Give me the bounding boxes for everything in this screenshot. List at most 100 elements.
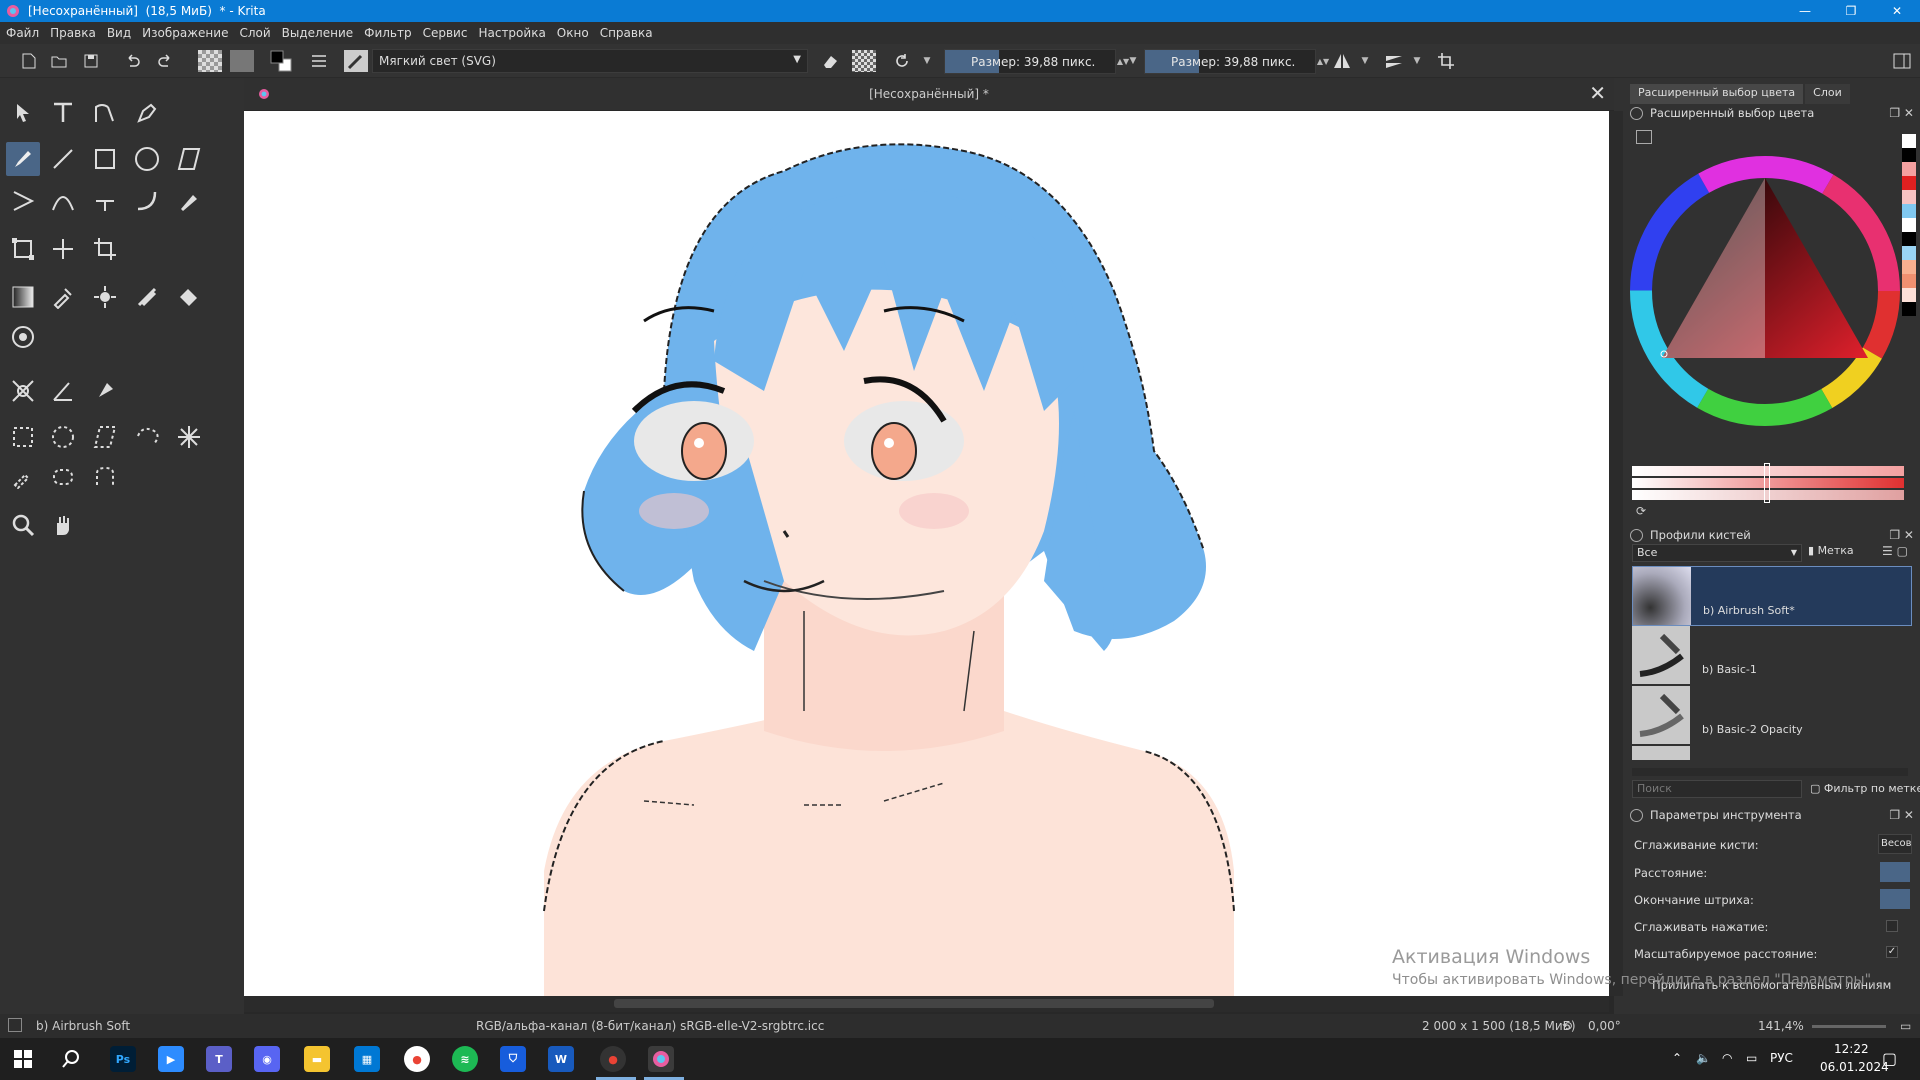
dock-toggle-icon[interactable] [1890, 50, 1914, 72]
minimize-button[interactable]: — [1782, 0, 1828, 22]
swatch[interactable] [1902, 246, 1916, 260]
menu-filter[interactable]: Фильтр [364, 26, 411, 40]
reference-pin-tool[interactable] [88, 374, 122, 408]
open-folder-icon[interactable] [48, 50, 70, 72]
tab-layers[interactable]: Слои [1805, 84, 1850, 104]
fullscreen-icon[interactable]: ▭ [1900, 1019, 1911, 1033]
alpha-lock-icon[interactable] [852, 50, 876, 72]
mirror-horizontal-icon[interactable] [1330, 50, 1354, 72]
swatch[interactable] [1902, 176, 1916, 190]
krita-taskbar-icon[interactable] [648, 1046, 674, 1072]
transform-tool[interactable] [6, 232, 40, 266]
menu-file[interactable]: Файл [6, 26, 39, 40]
assistant-patch-tool[interactable] [130, 280, 164, 314]
chrome-profile-icon[interactable]: ● [600, 1046, 626, 1072]
polygon-selection-tool[interactable] [88, 420, 122, 454]
notifications-icon[interactable]: ▢ [1882, 1049, 1897, 1068]
brush-tag-button[interactable]: ▮ Метка [1808, 544, 1854, 557]
chevron-down-icon[interactable]: ▼ [1358, 50, 1372, 72]
horizontal-scrollbar[interactable] [244, 996, 1609, 1012]
volume-icon[interactable]: 🔈 [1696, 1051, 1711, 1065]
freehand-path-tool[interactable] [88, 184, 122, 218]
menu-settings[interactable]: Настройка [478, 26, 545, 40]
color-sampler-tool[interactable] [46, 280, 80, 314]
move-tool[interactable] [46, 232, 80, 266]
tab-advanced-color[interactable]: Расширенный выбор цвета [1630, 84, 1804, 104]
select-shapes-tool[interactable] [6, 96, 40, 130]
fg-bg-color-icon[interactable] [268, 50, 294, 72]
close-window-button[interactable]: ✕ [1874, 0, 1920, 22]
filter-by-tag-checkbox[interactable]: ▢ Фильтр по метке [1810, 782, 1920, 795]
brush-item-airbrush-soft[interactable]: b) Airbrush Soft* [1632, 566, 1912, 626]
panel-float-close-icon[interactable]: ❐ ✕ [1889, 106, 1914, 120]
color-history[interactable] [1902, 134, 1916, 316]
brush-filter-select[interactable]: Все ▼ [1632, 544, 1802, 562]
bitwarden-icon[interactable]: ⛉ [500, 1046, 526, 1072]
mirror-vertical-icon[interactable] [1382, 50, 1406, 72]
dynamic-brush-tool[interactable] [130, 184, 164, 218]
line-tool[interactable] [46, 142, 80, 176]
brush-smoothing-select[interactable]: Весов [1878, 834, 1912, 854]
vertical-scrollbar[interactable] [1609, 111, 1623, 996]
clock-time[interactable]: 12:22 [1834, 1042, 1869, 1056]
multibrush-tool[interactable] [172, 184, 206, 218]
similar-color-selection-tool[interactable] [6, 460, 40, 494]
menu-layer[interactable]: Слой [239, 26, 270, 40]
brush-item-basic-2-opacity[interactable]: b) Basic-2 Opacity [1632, 686, 1912, 746]
undo-icon[interactable] [122, 50, 144, 72]
menu-image[interactable]: Изображение [142, 26, 228, 40]
teams-icon[interactable]: T [206, 1046, 232, 1072]
slider-handle[interactable] [1764, 463, 1770, 503]
smooth-pressure-checkbox[interactable] [1886, 920, 1898, 932]
chrome-icon[interactable]: ● [404, 1046, 430, 1072]
freehand-brush-tool[interactable] [6, 142, 40, 176]
panel-float-close-icon[interactable]: ❐ ✕ [1889, 528, 1914, 542]
menu-help[interactable]: Справка [600, 26, 653, 40]
brush-list-scrollbar[interactable] [1632, 768, 1908, 776]
size-slider-2[interactable]: Размер: 39,88 пикс. [1144, 49, 1316, 74]
wifi-icon[interactable]: ◠ [1722, 1051, 1732, 1065]
fill-tool[interactable] [172, 280, 206, 314]
panel-lock-icon[interactable] [1630, 106, 1643, 120]
measure-tool[interactable] [6, 374, 40, 408]
menu-select[interactable]: Выделение [282, 26, 353, 40]
panel-lock-icon[interactable] [1630, 528, 1643, 542]
language-indicator[interactable]: РУС [1770, 1051, 1793, 1065]
swatch[interactable] [1902, 204, 1916, 218]
swatch[interactable] [1902, 302, 1916, 316]
zoom-app-icon[interactable]: ▶ [158, 1046, 184, 1072]
magic-wand-tool[interactable] [172, 420, 206, 454]
windows-start-icon[interactable] [10, 1046, 36, 1072]
tray-chevron-up-icon[interactable]: ⌃ [1672, 1051, 1682, 1065]
reload-icon[interactable] [890, 50, 914, 72]
magnetic-selection-tool[interactable] [88, 460, 122, 494]
assistant-tool[interactable] [6, 320, 40, 354]
brush-view-menu-icon[interactable]: ☰ ▢ [1882, 544, 1908, 558]
swatch[interactable] [1902, 190, 1916, 204]
brush-settings-icon[interactable] [308, 50, 330, 72]
rotation-icon[interactable]: ⟲ [1562, 1019, 1572, 1033]
angle-tool[interactable] [46, 374, 80, 408]
text-tool[interactable] [46, 96, 80, 130]
calligraphy-tool[interactable] [130, 96, 164, 130]
swatch[interactable] [1902, 288, 1916, 302]
fill-pattern-icon[interactable] [198, 50, 222, 72]
chevron-down-icon[interactable]: ▼ [1126, 50, 1140, 72]
ellipse-tool[interactable] [130, 142, 164, 176]
rect-selection-tool[interactable] [6, 420, 40, 454]
spin-arrows-icon[interactable]: ▲▼ [1317, 50, 1329, 72]
pan-hand-tool[interactable] [46, 508, 80, 542]
document-tab[interactable]: [Несохранённый] * ✕ [244, 78, 1614, 110]
search-icon[interactable] [58, 1046, 84, 1072]
polygon-tool[interactable] [172, 142, 206, 176]
swatch[interactable] [1902, 274, 1916, 288]
scroll-thumb[interactable] [614, 999, 1214, 1008]
spotify-icon[interactable]: ≋ [452, 1046, 478, 1072]
crop-tool[interactable] [88, 232, 122, 266]
menu-tools[interactable]: Сервис [423, 26, 468, 40]
brush-search-input[interactable]: Поиск [1632, 780, 1802, 798]
swatch[interactable] [1902, 162, 1916, 176]
file-explorer-icon[interactable]: ▬ [304, 1046, 330, 1072]
color-wheel[interactable] [1630, 156, 1900, 426]
microsoft-store-icon[interactable]: ▦ [354, 1046, 380, 1072]
